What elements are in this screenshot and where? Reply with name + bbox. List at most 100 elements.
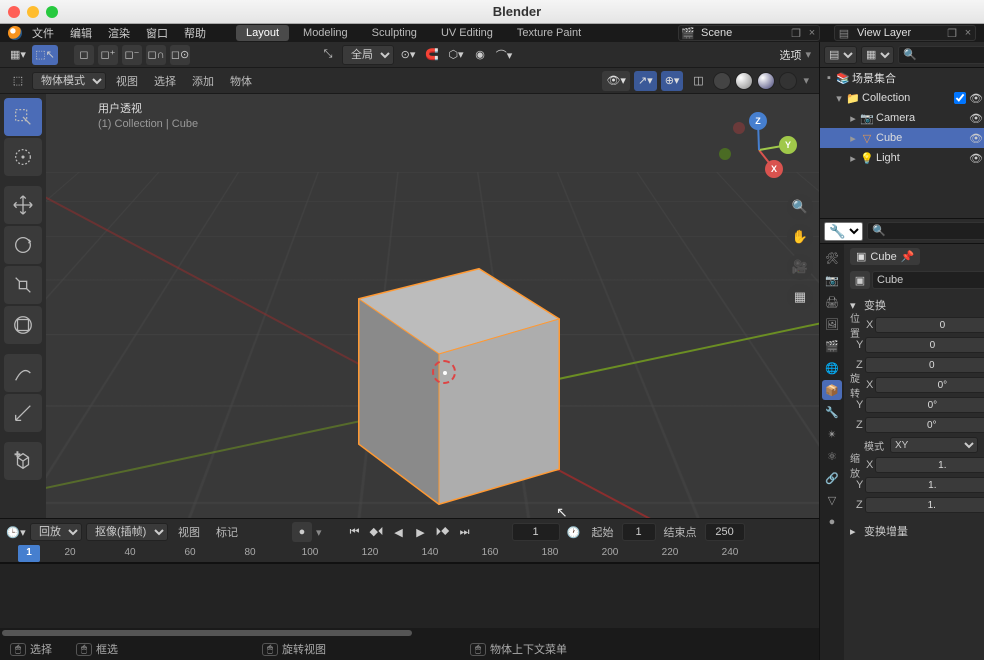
play-icon[interactable]: ▶ xyxy=(412,523,430,541)
maximize-window-icon[interactable] xyxy=(46,6,58,18)
outliner-filter-select[interactable]: ▦ xyxy=(861,46,894,64)
shading-material-icon[interactable] xyxy=(757,72,775,90)
menu-marker[interactable]: 标记 xyxy=(210,522,244,542)
transform-tool[interactable] xyxy=(4,306,42,344)
move-tool[interactable] xyxy=(4,186,42,224)
keyframe-next-icon[interactable]: ⏵◆ xyxy=(434,523,452,541)
menu-file[interactable]: 文件 xyxy=(26,23,60,43)
delta-panel-header[interactable]: ▸变换增量 xyxy=(850,521,978,541)
loc-x-input[interactable] xyxy=(875,317,984,333)
select-mode-intersect-icon[interactable]: ◻∩ xyxy=(146,45,166,65)
tab-data-icon[interactable]: ▽ xyxy=(822,490,842,510)
gizmo-toggle[interactable]: ↗▾ xyxy=(634,71,657,91)
outliner-search-input[interactable] xyxy=(898,46,984,64)
scale-z-input[interactable] xyxy=(865,497,984,513)
outliner-item-cube[interactable]: ▸▽Cube👁 xyxy=(820,128,984,148)
snap-icon[interactable]: 🧲 xyxy=(422,45,442,65)
tab-material-icon[interactable]: ● xyxy=(822,512,842,532)
jump-start-icon[interactable]: ⏮ xyxy=(346,523,364,541)
orientation-select[interactable]: 全局 xyxy=(342,45,394,65)
current-frame-input[interactable] xyxy=(512,523,560,541)
collection-enable-checkbox[interactable] xyxy=(954,92,966,104)
visibility-selectable[interactable]: 👁▾ xyxy=(602,71,630,91)
proportional-falloff-icon[interactable]: ⌒▾ xyxy=(494,45,514,65)
transform-panel-header[interactable]: ▾变换 xyxy=(850,295,978,315)
add-cube-tool[interactable]: + xyxy=(4,442,42,480)
pivot-icon[interactable]: ⊙▾ xyxy=(398,45,418,65)
tab-output-icon[interactable]: 🖨 xyxy=(822,292,842,312)
outliner-collection[interactable]: ▾📁Collection 👁 xyxy=(820,88,984,108)
timeline-track[interactable] xyxy=(0,563,819,628)
breadcrumb[interactable]: ▣Cube📌 xyxy=(850,248,920,265)
loc-z-input[interactable] xyxy=(865,357,984,373)
copy-icon[interactable]: ❐ xyxy=(787,27,805,40)
gizmo-x-neg[interactable] xyxy=(733,122,745,134)
playhead[interactable]: 1 xyxy=(18,545,40,562)
gizmo-y-neg[interactable] xyxy=(719,148,731,160)
outliner-tree[interactable]: ▪📚场景集合 ▾📁Collection 👁 ▸📷Camera👁 ▸▽Cube👁 … xyxy=(820,68,984,218)
outliner-scene-collection[interactable]: ▪📚场景集合 xyxy=(820,68,984,88)
auto-key-toggle[interactable]: ● xyxy=(292,522,312,542)
orientation-icon[interactable]: ⤡ xyxy=(318,45,338,65)
copy-icon[interactable]: ❐ xyxy=(943,27,961,40)
timeline-scrollbar[interactable] xyxy=(0,628,819,638)
gizmo-z[interactable]: Z xyxy=(749,112,767,130)
tab-object-icon[interactable]: 📦 xyxy=(822,380,842,400)
proportional-icon[interactable]: ◉ xyxy=(470,45,490,65)
editor-type-icon[interactable]: 🕒▾ xyxy=(6,522,26,542)
menu-select[interactable]: 选择 xyxy=(148,71,182,91)
scale-y-input[interactable] xyxy=(865,477,984,493)
pin-icon[interactable]: 📌 xyxy=(901,250,915,263)
select-mode-set-icon[interactable]: ◻ xyxy=(74,45,94,65)
close-icon[interactable]: × xyxy=(805,27,819,39)
gizmo-x[interactable]: X xyxy=(765,160,783,178)
viewlayer-selector[interactable]: ▤ ❐ × xyxy=(834,25,976,41)
tab-render-icon[interactable]: 📷 xyxy=(822,270,842,290)
close-window-icon[interactable] xyxy=(8,6,20,18)
select-mode-extend-icon[interactable]: ◻⁺ xyxy=(98,45,118,65)
tab-modifiers-icon[interactable]: 🔧 xyxy=(822,402,842,422)
editor-type-icon[interactable]: ▦▾ xyxy=(8,45,28,65)
menu-view[interactable]: 视图 xyxy=(110,71,144,91)
keying-menu[interactable]: 抠像(插帧) xyxy=(86,523,168,541)
mode-select[interactable]: 物体模式 xyxy=(32,72,106,90)
menu-add[interactable]: 添加 xyxy=(186,71,220,91)
eye-icon[interactable]: 👁 xyxy=(968,152,984,165)
menu-window[interactable]: 窗口 xyxy=(140,23,174,43)
tab-physics-icon[interactable]: ⚛ xyxy=(822,446,842,466)
tab-viewlayer-icon[interactable]: 🖼 xyxy=(822,314,842,334)
menu-edit[interactable]: 编辑 xyxy=(64,23,98,43)
perspective-toggle-icon[interactable]: ▦ xyxy=(787,284,813,310)
minimize-window-icon[interactable] xyxy=(27,6,39,18)
menu-render[interactable]: 渲染 xyxy=(102,23,136,43)
workspace-modeling[interactable]: Modeling xyxy=(293,25,358,41)
start-frame-input[interactable] xyxy=(622,523,656,541)
measure-tool[interactable] xyxy=(4,394,42,432)
workspace-texture[interactable]: Texture Paint xyxy=(507,25,591,41)
loc-y-input[interactable] xyxy=(865,337,984,353)
shading-wireframe-icon[interactable] xyxy=(713,72,731,90)
select-mode-subtract-icon[interactable]: ◻⁻ xyxy=(122,45,142,65)
close-icon[interactable]: × xyxy=(961,27,975,39)
rotation-mode-select[interactable]: XY xyxy=(890,437,978,453)
properties-search-input[interactable] xyxy=(867,222,984,240)
outliner-item-light[interactable]: ▸💡Light👁 xyxy=(820,148,984,168)
end-frame-input[interactable] xyxy=(705,523,745,541)
camera-view-icon[interactable]: 🎥 xyxy=(787,254,813,280)
tab-world-icon[interactable]: 🌐 xyxy=(822,358,842,378)
eye-icon[interactable]: 👁 xyxy=(968,132,984,145)
outliner-item-camera[interactable]: ▸📷Camera👁 xyxy=(820,108,984,128)
nav-gizmo[interactable]: X Y Z xyxy=(721,112,797,188)
play-reverse-icon[interactable]: ◀ xyxy=(390,523,408,541)
outliner-display-select[interactable]: ▤ xyxy=(824,46,857,64)
tab-scene-icon[interactable]: 🎬 xyxy=(822,336,842,356)
gizmo-y[interactable]: Y xyxy=(779,136,797,154)
timeline-ruler[interactable]: 1 20 40 60 80 100 120 140 160 180 200 22… xyxy=(0,545,819,563)
annotate-tool[interactable] xyxy=(4,354,42,392)
rot-x-input[interactable] xyxy=(875,377,984,393)
workspace-layout[interactable]: Layout xyxy=(236,25,289,41)
clock-icon[interactable]: 🕐 xyxy=(564,522,584,542)
shading-solid-icon[interactable] xyxy=(735,72,753,90)
scene-name-input[interactable] xyxy=(697,27,787,39)
3d-viewport[interactable]: 用户透视 (1) Collection | Cube X Y Z xyxy=(46,94,819,518)
